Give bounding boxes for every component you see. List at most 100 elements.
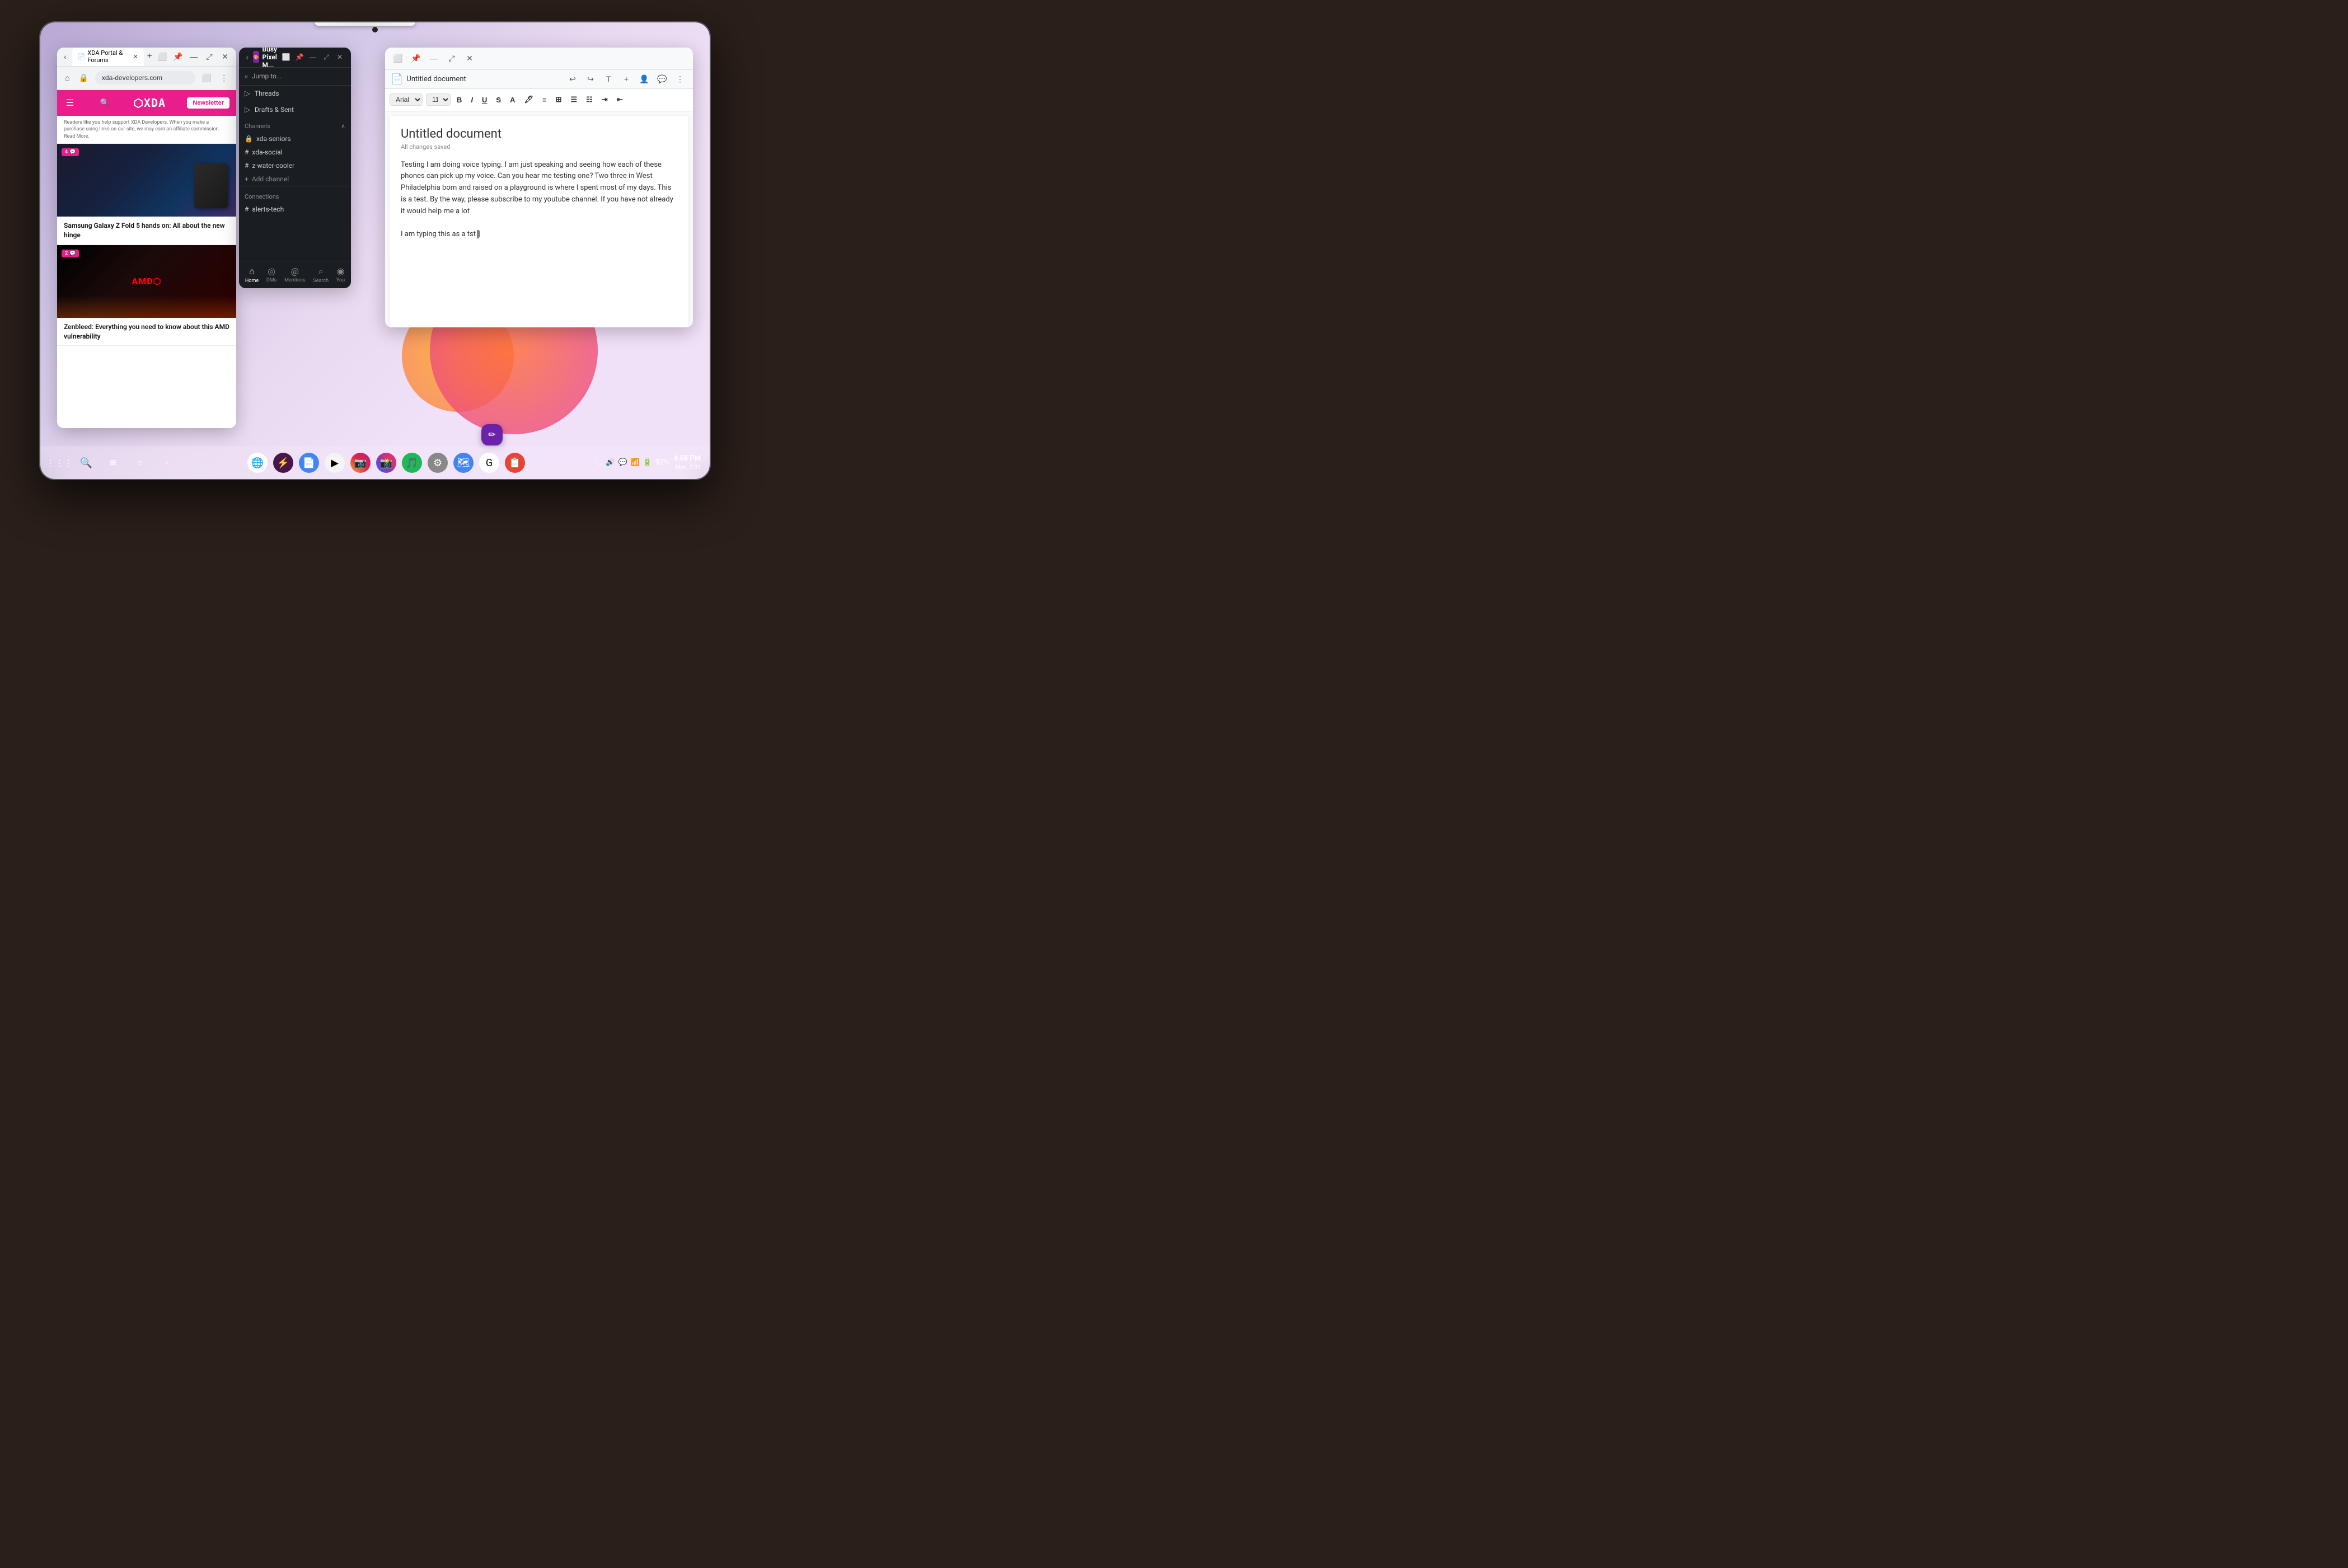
comments-icon[interactable]: 💬 <box>655 72 669 86</box>
article-fold5[interactable]: 4 💬 Samsung Galaxy Z Fold 5 hands on: Al… <box>57 144 236 245</box>
close-icon[interactable]: ✕ <box>218 50 232 63</box>
slack-jump-to[interactable]: ⌕ Jump to... <box>239 68 351 86</box>
taskbar: ⋮⋮⋮ 🔍 ⊞ ○ ‹ 🌐 ⚡ 📄 ▶ <box>40 447 710 479</box>
docs-doc-header: 📄 Untitled document ↩ ↪ T + 👤 💬 ⋮ <box>385 70 693 89</box>
xda-tagline: Readers like you help support XDA Develo… <box>57 116 236 144</box>
slack-nav-home[interactable]: ⌂ Home <box>245 266 259 284</box>
taskbar-chrome-icon[interactable]: 🌐 <box>247 453 268 473</box>
align-button[interactable]: ≡ <box>540 94 550 106</box>
channels-collapse-icon[interactable]: ∧ <box>341 123 345 130</box>
text-size-icon[interactable]: T <box>601 72 616 86</box>
docs-logo-icon: 📄 <box>391 73 403 85</box>
slack-titlebar: ‹ 🎨 Busy Pixel M... ⬜ 📌 — ⤢ ✕ <box>239 48 351 68</box>
docs-content-area[interactable]: Untitled document All changes saved Test… <box>390 116 688 327</box>
docs-screenshot-icon[interactable]: ⬜ <box>391 51 405 65</box>
taskbar-docs-icon[interactable]: 📄 <box>299 453 319 473</box>
undo-button[interactable]: ↩ <box>565 72 580 86</box>
number-list-button[interactable]: ☷ <box>583 93 596 106</box>
home-icon[interactable]: ○ <box>130 453 150 473</box>
home-button[interactable]: ⌂ <box>63 72 72 83</box>
add-icon[interactable]: + <box>619 72 634 86</box>
screen-cast-icon[interactable]: ⬚ <box>596 458 602 467</box>
slack-nav-mentions[interactable]: @ Mentions <box>284 266 305 283</box>
reader-mode-icon[interactable]: ⬜ <box>200 71 213 84</box>
redo-button[interactable]: ↪ <box>583 72 598 86</box>
fullscreen-icon[interactable]: ⤢ <box>203 50 216 63</box>
overview-icon[interactable]: ⊞ <box>103 453 123 473</box>
add-channel-btn[interactable]: + Add channel <box>239 172 351 186</box>
slack-back-button[interactable]: ‹ <box>245 51 250 63</box>
italic-button[interactable]: I <box>468 94 476 106</box>
url-input[interactable] <box>95 71 195 84</box>
pin-icon[interactable]: 📌 <box>171 50 185 63</box>
more-icon[interactable]: ⋮ <box>673 72 687 86</box>
slack-pin-icon[interactable]: 📌 <box>294 51 305 63</box>
taskbar-instagram-icon[interactable]: 📷 <box>350 453 371 473</box>
chat-icon[interactable]: 💬 <box>618 458 627 467</box>
channel-alerts-tech[interactable]: # alerts-tech <box>239 203 351 216</box>
font-size-selector[interactable]: 11 <box>426 93 451 106</box>
slack-threads-nav[interactable]: ▷ Threads <box>239 86 351 102</box>
slack-fullscreen-icon[interactable]: ⤢ <box>321 51 332 63</box>
slack-nav-you[interactable]: ◉ You <box>336 266 345 283</box>
browser-back-button[interactable]: ‹ <box>62 51 69 62</box>
docs-body-text[interactable]: Testing I am doing voice typing. I am ju… <box>401 159 677 241</box>
slack-minimize-icon[interactable]: — <box>307 51 318 63</box>
docs-minimize-icon[interactable]: — <box>427 51 441 65</box>
hash-icon: # <box>245 205 249 213</box>
outdent-button[interactable]: ⇤ <box>614 93 626 106</box>
docs-fullscreen-icon[interactable]: ⤢ <box>444 51 459 65</box>
browser-tab-xda[interactable]: 📄 XDA Portal & Forums ✕ <box>72 48 144 67</box>
docs-doc-title: Untitled document <box>401 127 677 141</box>
docs-pin-icon[interactable]: 📌 <box>409 51 423 65</box>
newsletter-button[interactable]: Newsletter <box>187 97 229 109</box>
article-amd[interactable]: 2 💬 AMD⬡ Zenbleed: Everything you need t… <box>57 245 236 346</box>
more-options-icon[interactable]: ⋮ <box>217 71 231 84</box>
taskbar-spotify-icon[interactable]: 🎵 <box>402 453 422 473</box>
back-icon[interactable]: ‹ <box>157 453 177 473</box>
indent-less-button[interactable]: ⊞ <box>553 93 565 106</box>
taskbar-google-icon[interactable]: G <box>479 453 499 473</box>
volume-icon[interactable]: 🔊 <box>606 458 615 467</box>
taskbar-play-icon[interactable]: ▶ <box>325 453 345 473</box>
time-display[interactable]: 4:58 PM Mon, 7/31 <box>673 454 701 471</box>
compose-fab-button[interactable]: ✏ <box>481 424 503 445</box>
apps-grid-icon[interactable]: ⋮⋮⋮ <box>49 453 69 473</box>
bullet-list-button[interactable]: ☰ <box>568 93 580 106</box>
xda-menu-icon[interactable]: ☰ <box>64 96 76 110</box>
font-selector[interactable]: Arial <box>390 93 423 106</box>
taskbar-search-icon[interactable]: 🔍 <box>76 453 96 473</box>
channel-name: alerts-tech <box>252 205 284 213</box>
taskbar-settings-icon[interactable]: ⚙ <box>428 453 448 473</box>
xda-search-icon[interactable]: 🔍 <box>98 97 112 109</box>
channel-name: z-water-cooler <box>252 162 294 170</box>
highlight-button[interactable]: 🖊 <box>521 93 536 106</box>
bold-button[interactable]: B <box>454 94 465 106</box>
tab-close-button[interactable]: ✕ <box>133 53 138 60</box>
channel-xda-social[interactable]: # xda-social <box>239 145 351 159</box>
channel-z-water-cooler[interactable]: # z-water-cooler <box>239 159 351 172</box>
docs-document-title[interactable]: Untitled document <box>406 75 562 83</box>
tablet-frame: ‹ 📄 XDA Portal & Forums ✕ + ⬜ 📌 — ⤢ ✕ ⌂ <box>39 21 711 480</box>
taskbar-tasks-icon[interactable]: 📋 <box>505 453 525 473</box>
underline-button[interactable]: U <box>479 94 490 106</box>
taskbar-meta-icon[interactable]: 📸 <box>376 453 396 473</box>
taskbar-maps-icon[interactable]: 🗺 <box>453 453 474 473</box>
channel-xda-seniors[interactable]: 🔒 xda-seniors <box>239 132 351 145</box>
docs-close-icon[interactable]: ✕ <box>462 51 477 65</box>
screenshot-icon[interactable]: ⬜ <box>156 50 169 63</box>
you-icon: ◉ <box>336 266 344 276</box>
slack-nav-search[interactable]: ⌕ Search <box>313 266 329 284</box>
new-tab-button[interactable]: + <box>147 51 152 62</box>
add-person-icon[interactable]: 👤 <box>637 72 652 86</box>
text-color-button[interactable]: A <box>507 94 518 106</box>
docs-window-controls: ⬜ 📌 — ⤢ ✕ <box>391 51 477 65</box>
slack-close-icon[interactable]: ✕ <box>334 51 345 63</box>
taskbar-slack-icon[interactable]: ⚡ <box>273 453 293 473</box>
slack-screenshot-icon[interactable]: ⬜ <box>280 51 292 63</box>
indent-button[interactable]: ⇥ <box>599 93 611 106</box>
minimize-icon[interactable]: — <box>187 50 200 63</box>
slack-drafts-nav[interactable]: ▷ Drafts & Sent <box>239 102 351 118</box>
strikethrough-button[interactable]: S <box>493 94 504 106</box>
slack-nav-dms[interactable]: ◎ DMs <box>266 266 276 283</box>
